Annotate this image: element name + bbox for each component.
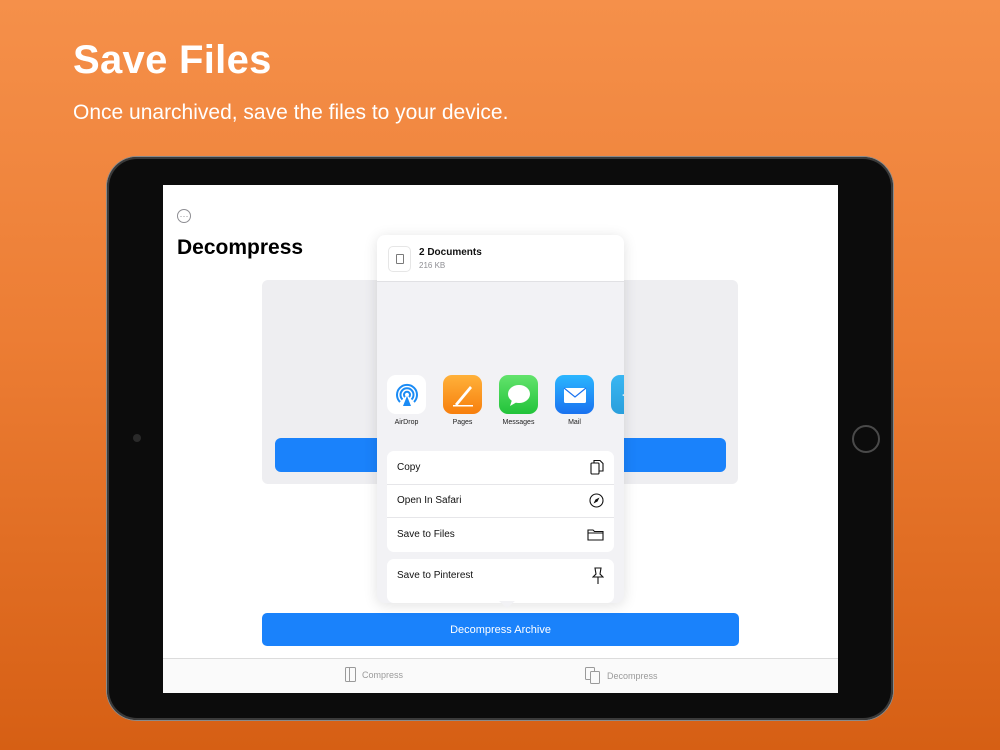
decompress-icon bbox=[585, 667, 601, 684]
compress-icon bbox=[345, 667, 356, 682]
share-sheet-title: 2 Documents bbox=[419, 247, 482, 258]
action-save-to-pinterest[interactable]: Save to Pinterest bbox=[387, 559, 614, 593]
home-button[interactable] bbox=[852, 425, 880, 453]
share-actions-more: Save to Pinterest bbox=[387, 559, 614, 603]
decompress-archive-button[interactable]: Decompress Archive bbox=[262, 613, 739, 646]
page-title: Decompress bbox=[177, 236, 304, 259]
share-app-pages[interactable]: Pages bbox=[443, 375, 482, 437]
share-sheet-header: 2 Documents 216 KB bbox=[377, 235, 624, 282]
tab-compress[interactable]: Compress bbox=[345, 667, 403, 682]
action-label: Save to Pinterest bbox=[397, 570, 474, 582]
folder-icon bbox=[587, 529, 604, 542]
tab-compress-label: Compress bbox=[362, 669, 404, 680]
share-app-label: Messages bbox=[502, 419, 535, 426]
share-app-airdrop[interactable]: AirDrop bbox=[387, 375, 426, 437]
share-app-mail[interactable]: Mail bbox=[555, 375, 594, 437]
share-app-row: AirDrop Pages Messages Mail bbox=[377, 375, 624, 437]
action-label: Save to Files bbox=[397, 529, 455, 541]
action-label: Open In Safari bbox=[397, 495, 462, 507]
pages-icon bbox=[443, 375, 482, 414]
mail-icon bbox=[555, 375, 594, 414]
copy-icon bbox=[590, 460, 604, 475]
share-app-label: Mail bbox=[568, 419, 581, 426]
front-camera bbox=[133, 434, 141, 442]
telegram-icon bbox=[611, 375, 624, 414]
share-app-messages[interactable]: Messages bbox=[499, 375, 538, 437]
share-actions: Copy Open In Safari Save to Files bbox=[387, 451, 614, 552]
marketing-subline: Once unarchived, save the files to your … bbox=[73, 101, 509, 124]
ipad-frame: ··· Decompress Decompress Archive Compre… bbox=[107, 157, 893, 720]
share-app-label: AirDrop bbox=[394, 419, 419, 426]
messages-icon bbox=[499, 375, 538, 414]
airdrop-icon bbox=[387, 375, 426, 414]
document-icon bbox=[389, 247, 410, 271]
pin-icon bbox=[592, 567, 604, 584]
action-label: Copy bbox=[397, 461, 421, 473]
share-sheet-arrow bbox=[499, 601, 515, 608]
app-screen: ··· Decompress Decompress Archive Compre… bbox=[163, 185, 838, 693]
action-copy[interactable]: Copy bbox=[387, 451, 614, 485]
share-app-label: Pages bbox=[452, 419, 473, 426]
marketing-headline: Save Files bbox=[73, 38, 272, 82]
tab-decompress-label: Decompress bbox=[607, 670, 658, 681]
share-sheet: 2 Documents 216 KB AirDrop Pages Message… bbox=[377, 235, 624, 603]
action-save-to-files[interactable]: Save to Files bbox=[387, 518, 614, 552]
compass-icon bbox=[589, 493, 604, 508]
share-app-telegram[interactable]: Te bbox=[611, 375, 624, 437]
action-open-in-safari[interactable]: Open In Safari bbox=[387, 485, 614, 519]
tab-decompress[interactable]: Decompress bbox=[585, 667, 658, 684]
share-sheet-size: 216 KB bbox=[419, 261, 446, 270]
more-icon[interactable]: ··· bbox=[177, 209, 191, 223]
tab-bar: Compress Decompress bbox=[163, 658, 838, 693]
